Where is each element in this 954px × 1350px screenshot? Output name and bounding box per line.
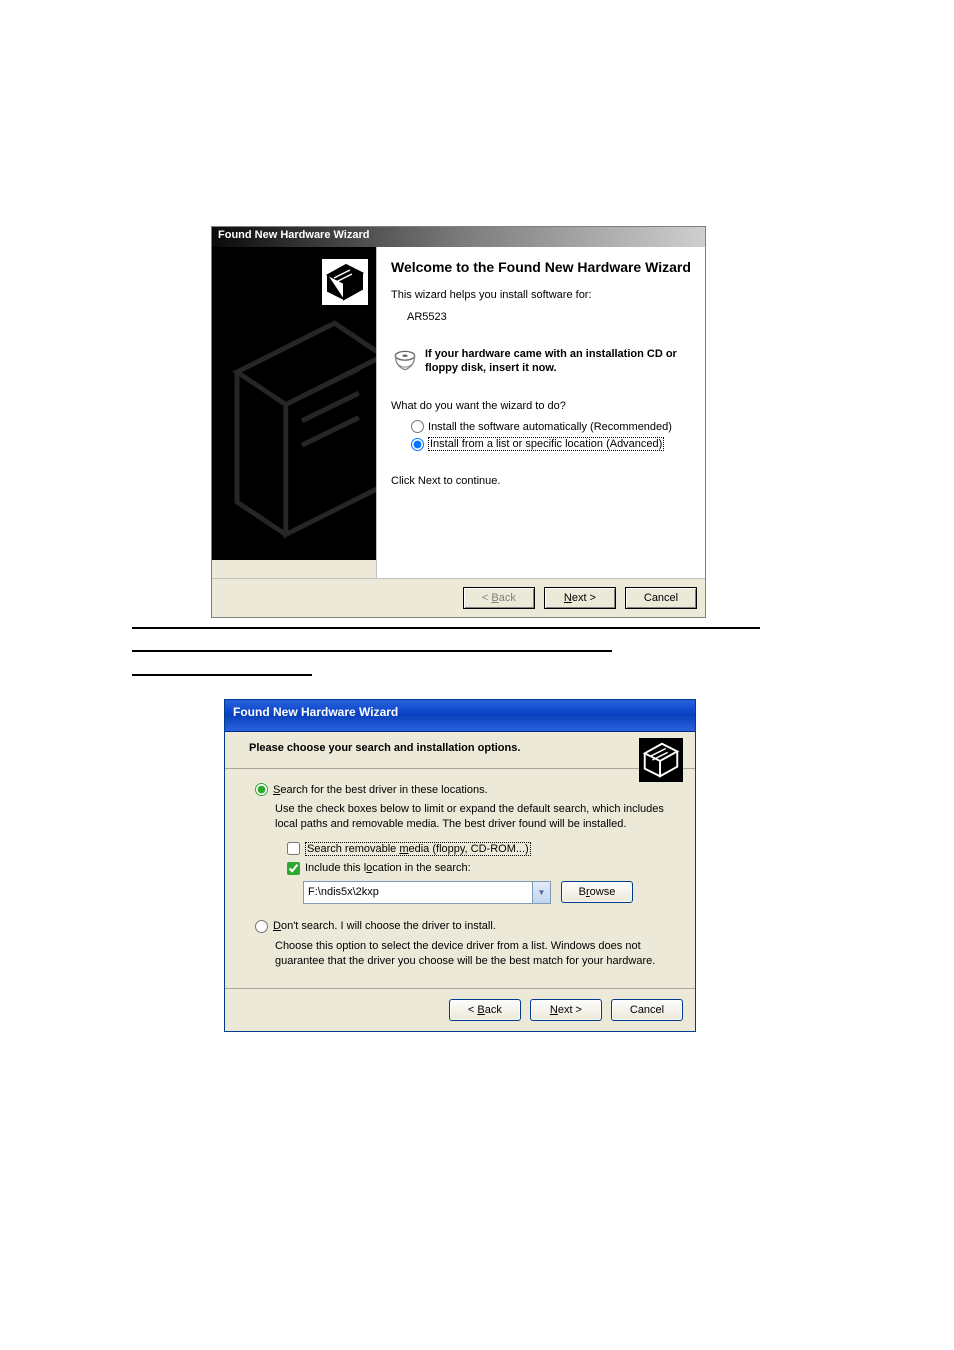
- wizard-heading: Welcome to the Found New Hardware Wizard: [391, 259, 691, 277]
- option-auto-row[interactable]: Install the software automatically (Reco…: [411, 420, 691, 433]
- divider-line: [132, 650, 612, 652]
- dialog-title: Found New Hardware Wizard: [212, 227, 705, 247]
- option-list-label: Install from a list or specific location…: [428, 437, 664, 451]
- next-button[interactable]: Next >: [530, 999, 602, 1021]
- divider-line: [132, 627, 760, 629]
- intro-text: This wizard helps you install software f…: [391, 289, 691, 301]
- cd-icon: [391, 347, 419, 375]
- path-value: F:\ndis5x\2kxp: [308, 886, 379, 898]
- cancel-button[interactable]: Cancel: [611, 999, 683, 1021]
- found-hardware-wizard-dialog-1: Found New Hardware Wizard Welcome to the…: [211, 226, 706, 618]
- option-dont-search-label: Don't search. I will choose the driver t…: [273, 920, 496, 932]
- search-help-text: Use the check boxes below to limit or ex…: [275, 802, 675, 832]
- sidebar-hardware-icon: [322, 259, 368, 305]
- path-row: F:\ndis5x\2kxp ▼ Browse: [303, 881, 675, 904]
- wizard-sidebar-image: [212, 247, 376, 560]
- browse-button[interactable]: Browse: [561, 881, 633, 903]
- path-combobox[interactable]: F:\ndis5x\2kxp ▼: [303, 881, 551, 904]
- wizard-prompt: What do you want the wizard to do?: [391, 400, 691, 412]
- dialog-content-area: Welcome to the Found New Hardware Wizard…: [376, 247, 705, 578]
- header-text: Please choose your search and installati…: [249, 742, 683, 754]
- check-removable[interactable]: [287, 842, 300, 855]
- header-hardware-icon: [639, 738, 683, 782]
- divider-line: [132, 674, 312, 676]
- check-include-label: Include this location in the search:: [305, 862, 471, 874]
- option-search-label: Search for the best driver in these loca…: [273, 784, 488, 796]
- dialog-title: Found New Hardware Wizard: [225, 700, 695, 732]
- dialog-footer: < Back Next > Cancel: [225, 988, 695, 1031]
- click-next-text: Click Next to continue.: [391, 475, 691, 487]
- check-removable-label: Search removable media (floppy, CD-ROM..…: [305, 842, 531, 856]
- check-removable-row[interactable]: Search removable media (floppy, CD-ROM..…: [287, 842, 675, 856]
- wizard-options: Install the software automatically (Reco…: [411, 420, 691, 451]
- device-name: AR5523: [407, 311, 691, 323]
- option-dont-search-radio[interactable]: [255, 920, 268, 933]
- sidebar-bg-icon: [212, 307, 376, 560]
- dialog-body: Search for the best driver in these loca…: [225, 769, 695, 988]
- back-button: < Back: [463, 587, 535, 609]
- found-hardware-wizard-dialog-2: Found New Hardware Wizard Please choose …: [224, 699, 696, 1032]
- dont-search-help-text: Choose this option to select the device …: [275, 939, 675, 969]
- option-search-radio[interactable]: [255, 783, 268, 796]
- check-include-row[interactable]: Include this location in the search:: [287, 862, 675, 875]
- check-include-location[interactable]: [287, 862, 300, 875]
- option-list-radio[interactable]: [411, 438, 424, 451]
- option-auto-label: Install the software automatically (Reco…: [428, 421, 672, 433]
- media-notice-text: If your hardware came with an installati…: [425, 347, 691, 377]
- cancel-button[interactable]: Cancel: [625, 587, 697, 609]
- dialog-footer: < Back Next > Cancel: [212, 578, 705, 617]
- dialog-header-area: Please choose your search and installati…: [225, 732, 695, 769]
- option-dont-search-row[interactable]: Don't search. I will choose the driver t…: [255, 920, 675, 933]
- option-search-row[interactable]: Search for the best driver in these loca…: [255, 783, 675, 796]
- option-auto-radio[interactable]: [411, 420, 424, 433]
- chevron-down-icon[interactable]: ▼: [532, 882, 550, 903]
- option-list-row[interactable]: Install from a list or specific location…: [411, 437, 691, 451]
- dialog-body: Welcome to the Found New Hardware Wizard…: [212, 247, 705, 578]
- back-button[interactable]: < Back: [449, 999, 521, 1021]
- media-notice-row: If your hardware came with an installati…: [391, 347, 691, 377]
- next-button[interactable]: Next >: [544, 587, 616, 609]
